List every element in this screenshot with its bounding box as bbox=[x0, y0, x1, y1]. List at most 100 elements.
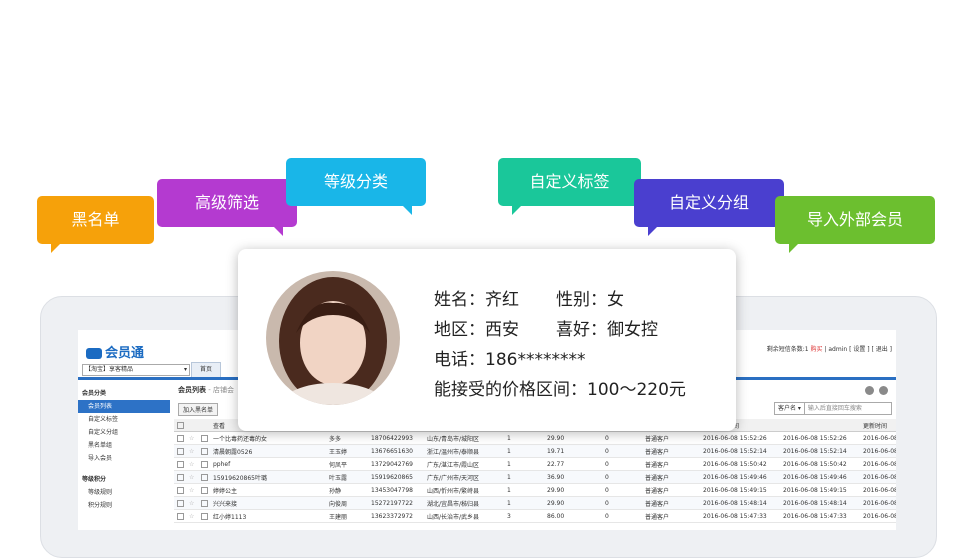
table-row[interactable]: ☆ 清晨朝露0526 王玉婷 13676651630 浙江/温州市/泰顺县 1 19.71 0… bbox=[174, 444, 896, 458]
table-row[interactable]: ☆ 15919620865叶璐 叶玉露 15919620865 广东/广州市/天河区 1 3… bbox=[174, 470, 896, 484]
table-cell: 普通客户 bbox=[642, 431, 700, 445]
bubble-tail bbox=[403, 206, 412, 215]
table-cell: 婷婷公主 bbox=[210, 483, 326, 497]
bubble-tail bbox=[51, 244, 60, 253]
star-icon[interactable]: ☆ bbox=[186, 496, 198, 510]
table-cell: 1 bbox=[504, 444, 544, 458]
profile-hobby: 喜好：御女控 bbox=[556, 320, 658, 340]
chevron-down-icon: ▾ bbox=[183, 366, 187, 373]
table-cell: 2016-06-08 bbox=[860, 496, 896, 510]
table-cell: 2016-06-08 bbox=[860, 509, 896, 523]
sidebar-group-member-category[interactable]: 会员分类 bbox=[78, 385, 170, 400]
table-cell: 29.90 bbox=[544, 431, 602, 445]
expand-icon[interactable] bbox=[198, 444, 210, 458]
table-cell: 13623372972 bbox=[368, 509, 424, 523]
sidebar-item-member-list[interactable]: 会员列表 bbox=[78, 400, 170, 413]
expand-icon[interactable] bbox=[198, 509, 210, 523]
table-cell: 1 bbox=[504, 431, 544, 445]
search-box[interactable]: 客户名 ▾ 输入后直接回车搜索 bbox=[774, 402, 892, 415]
table-cell: 向俊周 bbox=[326, 496, 368, 510]
table-row[interactable]: ☆ pphef 何凤平 13729042769 广东/湛江市/霞山区 1 22.77 0 普通客… bbox=[174, 457, 896, 471]
table-cell: 浙江/温州市/泰顺县 bbox=[424, 444, 504, 458]
table-cell: 普通客户 bbox=[642, 444, 700, 458]
expand-icon[interactable] bbox=[198, 470, 210, 484]
row-checkbox[interactable] bbox=[174, 470, 186, 484]
header-star bbox=[186, 419, 198, 432]
account-links[interactable]: | admin [ 设置 ] [ 退出 ] bbox=[824, 346, 892, 353]
table-cell: 2016-06-08 bbox=[860, 483, 896, 497]
avatar bbox=[266, 271, 400, 405]
table-cell: 2016-06-08 15:50:42 bbox=[780, 457, 860, 471]
row-checkbox[interactable] bbox=[174, 431, 186, 445]
table-cell: 0 bbox=[602, 431, 642, 445]
table-row[interactable]: ☆ 红小婷1113 王建丽 13623372972 山西/长治市/武乡县 3 86.00 0 普… bbox=[174, 509, 896, 523]
expand-icon[interactable] bbox=[198, 483, 210, 497]
search-input[interactable]: 输入后直接回车搜索 bbox=[805, 405, 862, 412]
table-cell: 15272197722 bbox=[368, 496, 424, 510]
sidebar-item-point-rules[interactable]: 积分规则 bbox=[78, 499, 170, 512]
profile-region: 地区：西安 bbox=[434, 320, 519, 340]
table-cell: 山西/忻州市/繁峙县 bbox=[424, 483, 504, 497]
tag-label: 导入外部会员 bbox=[806, 210, 903, 229]
table-cell: 2016-06-08 bbox=[860, 457, 896, 471]
sidebar-item-blacklist[interactable]: 黑名单组 bbox=[78, 439, 170, 452]
tag-label: 自定义标签 bbox=[529, 172, 610, 191]
sidebar-item-import[interactable]: 导入会员 bbox=[78, 452, 170, 465]
top-links: 剩余短信条数:1 购买 | admin [ 设置 ] [ 退出 ] bbox=[767, 344, 892, 353]
tab-home[interactable]: 首页 bbox=[191, 362, 222, 378]
tag-label: 高级筛选 bbox=[194, 193, 259, 212]
sidebar-group-level-points[interactable]: 等级积分 bbox=[78, 471, 170, 486]
star-icon[interactable]: ☆ bbox=[186, 457, 198, 471]
row-checkbox[interactable] bbox=[174, 444, 186, 458]
table-cell: 普通客户 bbox=[642, 509, 700, 523]
table-cell: 2016-06-08 15:52:26 bbox=[780, 431, 860, 445]
expand-icon[interactable] bbox=[198, 431, 210, 445]
shop-select[interactable]: 【淘宝】享客精品 ▾ bbox=[82, 364, 190, 376]
star-icon[interactable]: ☆ bbox=[186, 483, 198, 497]
star-icon[interactable]: ☆ bbox=[186, 431, 198, 445]
buy-link[interactable]: 购买 bbox=[811, 346, 823, 353]
table-cell: 0 bbox=[602, 509, 642, 523]
star-icon[interactable]: ☆ bbox=[186, 470, 198, 484]
sidebar-item-custom-group[interactable]: 自定义分组 bbox=[78, 426, 170, 439]
member-table: 查看 最后下单时间 更新时间 ☆一个比毒药还毒的女多多18706422993山东… bbox=[174, 419, 896, 523]
nav-tabs: 首页 bbox=[191, 362, 222, 378]
table-cell: 13676651630 bbox=[368, 444, 424, 458]
settings-icon[interactable] bbox=[879, 386, 888, 395]
table-cell: 86.00 bbox=[544, 509, 602, 523]
tag-label: 黑名单 bbox=[71, 210, 120, 229]
table-row[interactable]: ☆ 一个比毒药还毒的女 多多 18706422993 山东/青岛市/城阳区 1 29.90 0… bbox=[174, 431, 896, 445]
add-blacklist-button[interactable]: 加入黑名单 bbox=[178, 403, 219, 416]
expand-icon[interactable] bbox=[198, 496, 210, 510]
table-cell: 2016-06-08 15:52:26 bbox=[700, 431, 780, 445]
table-cell: 普通客户 bbox=[642, 496, 700, 510]
sidebar-item-level-rules[interactable]: 等级规则 bbox=[78, 486, 170, 499]
table-row[interactable]: ☆ 兴兴来接 向俊周 15272197722 湖北/宜昌市/秭归县 1 29.90 0 普通客户… bbox=[174, 496, 896, 510]
header-expand bbox=[198, 419, 210, 432]
table-cell: 兴兴来接 bbox=[210, 496, 326, 510]
star-icon[interactable]: ☆ bbox=[186, 444, 198, 458]
member-profile-card: 姓名：齐红 性别：女 地区：西安 喜好：御女控 电话：186******** 能… bbox=[238, 249, 736, 431]
table-cell: 0 bbox=[602, 470, 642, 484]
row-checkbox[interactable] bbox=[174, 496, 186, 510]
table-row[interactable]: ☆ 婷婷公主 孙静 13453047798 山西/忻州市/繁峙县 1 29.90 0 普通客户 2… bbox=[174, 483, 896, 497]
table-cell: 22.77 bbox=[544, 457, 602, 471]
row-checkbox[interactable] bbox=[174, 483, 186, 497]
star-icon[interactable]: ☆ bbox=[186, 509, 198, 523]
table-cell: 1 bbox=[504, 470, 544, 484]
table-cell: 1 bbox=[504, 483, 544, 497]
refresh-icon[interactable] bbox=[865, 386, 874, 395]
row-checkbox[interactable] bbox=[174, 457, 186, 471]
row-checkbox[interactable] bbox=[174, 509, 186, 523]
table-cell: 15919620865 bbox=[368, 470, 424, 484]
header-checkbox[interactable] bbox=[174, 419, 186, 432]
expand-icon[interactable] bbox=[198, 457, 210, 471]
table-cell: 红小婷1113 bbox=[210, 509, 326, 523]
table-cell: 2016-06-08 15:52:14 bbox=[780, 444, 860, 458]
table-cell: 2016-06-08 15:49:15 bbox=[780, 483, 860, 497]
table-cell: 叶玉露 bbox=[326, 470, 368, 484]
sidebar-item-custom-tag[interactable]: 自定义标签 bbox=[78, 413, 170, 426]
search-field-select[interactable]: 客户名 ▾ bbox=[775, 403, 805, 414]
table-cell: 2016-06-08 15:47:33 bbox=[780, 509, 860, 523]
table-cell: 普通客户 bbox=[642, 483, 700, 497]
